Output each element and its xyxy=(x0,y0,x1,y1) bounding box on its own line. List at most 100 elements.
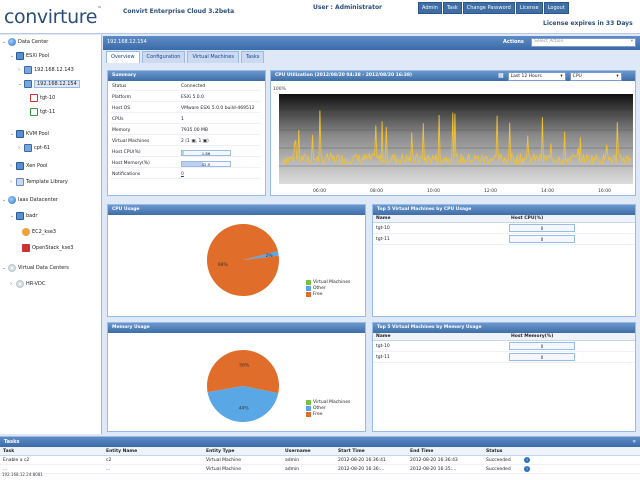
tasks-header: Task Entity Name Entity Type Username St… xyxy=(0,447,640,456)
actions-label: Actions xyxy=(503,39,524,45)
summary-row: Notifications 0 xyxy=(110,171,260,179)
actions-select[interactable]: Select Action ▾ xyxy=(531,38,636,47)
legend-swatch xyxy=(306,405,311,411)
x-tick: 06:00 xyxy=(313,188,326,194)
legend-item: Virtual Machines xyxy=(306,399,350,405)
chevron-right-icon[interactable]: › xyxy=(10,163,14,169)
tree-item-hr-vdc[interactable]: › HR-VDC xyxy=(10,280,45,288)
summary-value: ESXi 5.0.0 xyxy=(181,95,204,100)
summary-row: Virtual Machines 2 (1 ▣, 1 ▣) xyxy=(110,138,260,146)
chevron-down-icon[interactable]: ⌄ xyxy=(10,213,14,219)
cpu-usage-pie: 98% 2% xyxy=(207,224,279,296)
chevron-down-icon[interactable]: ⌄ xyxy=(2,39,6,45)
server-icon xyxy=(24,80,32,88)
tree-item-host-143[interactable]: › 192.168.12.143 xyxy=(18,66,74,74)
usage-value: 42.5 xyxy=(201,162,211,167)
chevron-down-icon[interactable]: ⌄ xyxy=(2,197,6,203)
x-tick: 14:00 xyxy=(541,188,554,194)
nav-license[interactable]: License xyxy=(515,2,543,14)
task-row[interactable]: ... ... Virtual Machine admin 2012-08-20… xyxy=(0,465,640,474)
chevron-right-icon[interactable]: › xyxy=(18,67,22,73)
cpu-utilization-panel: CPU Utilization (2012/08/20 04:38 - 2012… xyxy=(270,70,636,196)
tree-item-iaas-datacenter[interactable]: ⌄ Iaas Datacenter xyxy=(2,196,58,204)
tree-item-host-154[interactable]: ⌄ 192.168.12.154 xyxy=(18,80,80,88)
nav-logout[interactable]: Logout xyxy=(543,2,569,14)
panel-title: Memory Usage xyxy=(108,323,365,333)
chevron-down-icon[interactable]: ⌄ xyxy=(2,265,6,271)
nav-admin[interactable]: Admin xyxy=(418,2,442,14)
nav-change-password[interactable]: Change Password xyxy=(462,2,515,14)
legend-swatch xyxy=(306,291,311,297)
vdc-icon xyxy=(16,280,24,288)
summary-value[interactable]: 0 xyxy=(181,172,184,177)
license-notice: License expires in 33 Days xyxy=(543,20,633,27)
chevron-right-icon[interactable]: › xyxy=(18,145,22,151)
task-row[interactable]: Enable a c2 c2 Virtual Machine admin 201… xyxy=(0,456,640,465)
info-icon[interactable]: i xyxy=(524,457,530,463)
template-library-icon xyxy=(16,178,24,186)
chevron-right-icon[interactable]: › xyxy=(10,281,14,287)
user-label: User : Administrator xyxy=(313,4,383,11)
summary-value: Connected xyxy=(181,84,206,89)
nav-task[interactable]: Task xyxy=(442,2,462,14)
legend-swatch xyxy=(306,411,311,417)
tab-virtual-machines[interactable]: Virtual Machines xyxy=(187,51,239,63)
chevron-right-icon[interactable]: › xyxy=(10,179,14,185)
summary-key: Status xyxy=(112,84,127,89)
tree-item-badr[interactable]: ⌄ badr xyxy=(10,212,37,220)
tab-configuration[interactable]: Configuration xyxy=(141,51,186,63)
pie-label: 98% xyxy=(218,262,229,268)
summary-row: Host CPU(%) 1.86 xyxy=(110,149,260,157)
table-header: Name Host Memory(%) xyxy=(373,333,635,341)
x-tick: 08:00 xyxy=(370,188,383,194)
summary-key: Memory xyxy=(112,128,131,133)
pie-label: 44% xyxy=(239,406,250,412)
table-row[interactable]: tgt-10 0 xyxy=(373,223,635,234)
calendar-icon[interactable]: ▦ xyxy=(498,72,504,81)
chevron-down-icon[interactable]: ⌄ xyxy=(18,81,22,87)
summary-key: Platform xyxy=(112,95,131,100)
tab-tasks[interactable]: Tasks xyxy=(240,51,265,63)
status-url: 192.168.12.24:8081 xyxy=(2,472,43,477)
metric-select[interactable]: CPU ▾ xyxy=(569,72,622,81)
summary-value: 1 xyxy=(181,117,184,122)
legend-item: Free xyxy=(306,291,350,297)
table-row[interactable]: tgt-11 0 xyxy=(373,352,635,363)
legend-swatch xyxy=(306,279,311,285)
tree-item-kvm-pool[interactable]: ⌄ KVM Pool xyxy=(10,130,49,138)
tree-item-virtual-data-centers[interactable]: ⌄ Virtual Data Centers xyxy=(2,264,69,272)
table-row[interactable]: tgt-10 0 xyxy=(373,341,635,352)
memory-usage-pie: 56% 44% xyxy=(207,350,279,422)
pie-label: 2% xyxy=(266,253,274,259)
tree-item-ec2[interactable]: EC2_kse3 xyxy=(22,228,56,236)
main-tabs: Overview Configuration Virtual Machines … xyxy=(103,51,640,63)
cpu-line-chart: 100% 06:00 08:00 10:00 12:00 14:00 16:00 xyxy=(273,86,633,194)
info-icon[interactable]: i xyxy=(524,466,530,472)
legend-swatch xyxy=(306,285,311,291)
chevron-down-icon: ▾ xyxy=(560,74,563,79)
table-row[interactable]: tgt-11 0 xyxy=(373,234,635,245)
panel-title: Summary xyxy=(108,71,265,81)
app-header: convirture™ Convirt Enterprise Cloud 3.2… xyxy=(0,0,640,34)
tree-item-host-cpt61[interactable]: › cpt-61 xyxy=(18,144,50,152)
time-range-select[interactable]: Last 12 Hours ▾ xyxy=(507,72,566,81)
usage-value: 1.86 xyxy=(201,151,211,156)
tree-item-xen-pool[interactable]: › Xen Pool xyxy=(10,162,47,170)
usage-bar: 1.86 xyxy=(181,150,231,156)
memory-usage-panel: Memory Usage 56% 44% Virtual Machines Oth… xyxy=(107,322,366,432)
tree-item-esxi-pool[interactable]: ⌄ ESXi Pool xyxy=(10,52,49,60)
tree-item-template-library[interactable]: › Template Library xyxy=(10,178,68,186)
collapse-icon[interactable]: « xyxy=(632,438,636,445)
summary-key: Virtual Machines xyxy=(112,139,150,144)
tree-item-openstack[interactable]: OpenStack_kse3 xyxy=(22,244,73,252)
table-header: Name Host CPU(%) xyxy=(373,215,635,223)
tree-item-vm-tgt11[interactable]: tgt-11 xyxy=(30,108,55,116)
pie-slices: 98% 2% xyxy=(207,224,279,296)
server-icon xyxy=(24,66,32,74)
chevron-down-icon[interactable]: ⌄ xyxy=(10,53,14,59)
tree-item-data-center[interactable]: ⌄ Data Center xyxy=(2,38,48,46)
tree-item-vm-tgt10[interactable]: tgt-10 xyxy=(30,94,55,102)
app-logo: convirture™ xyxy=(4,6,102,28)
tab-overview[interactable]: Overview xyxy=(106,51,140,63)
chevron-down-icon[interactable]: ⌄ xyxy=(10,131,14,137)
